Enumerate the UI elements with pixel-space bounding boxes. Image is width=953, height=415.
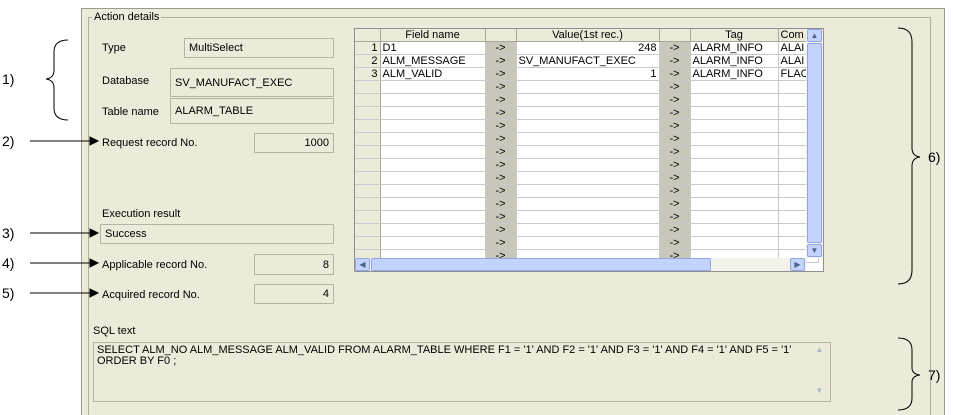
- callout-6-brace: [897, 27, 921, 285]
- callout-1-brace: [45, 39, 69, 121]
- callout-arrows: [30, 136, 100, 298]
- callout-7-brace: [897, 337, 921, 411]
- callout-graphics: [30, 27, 921, 411]
